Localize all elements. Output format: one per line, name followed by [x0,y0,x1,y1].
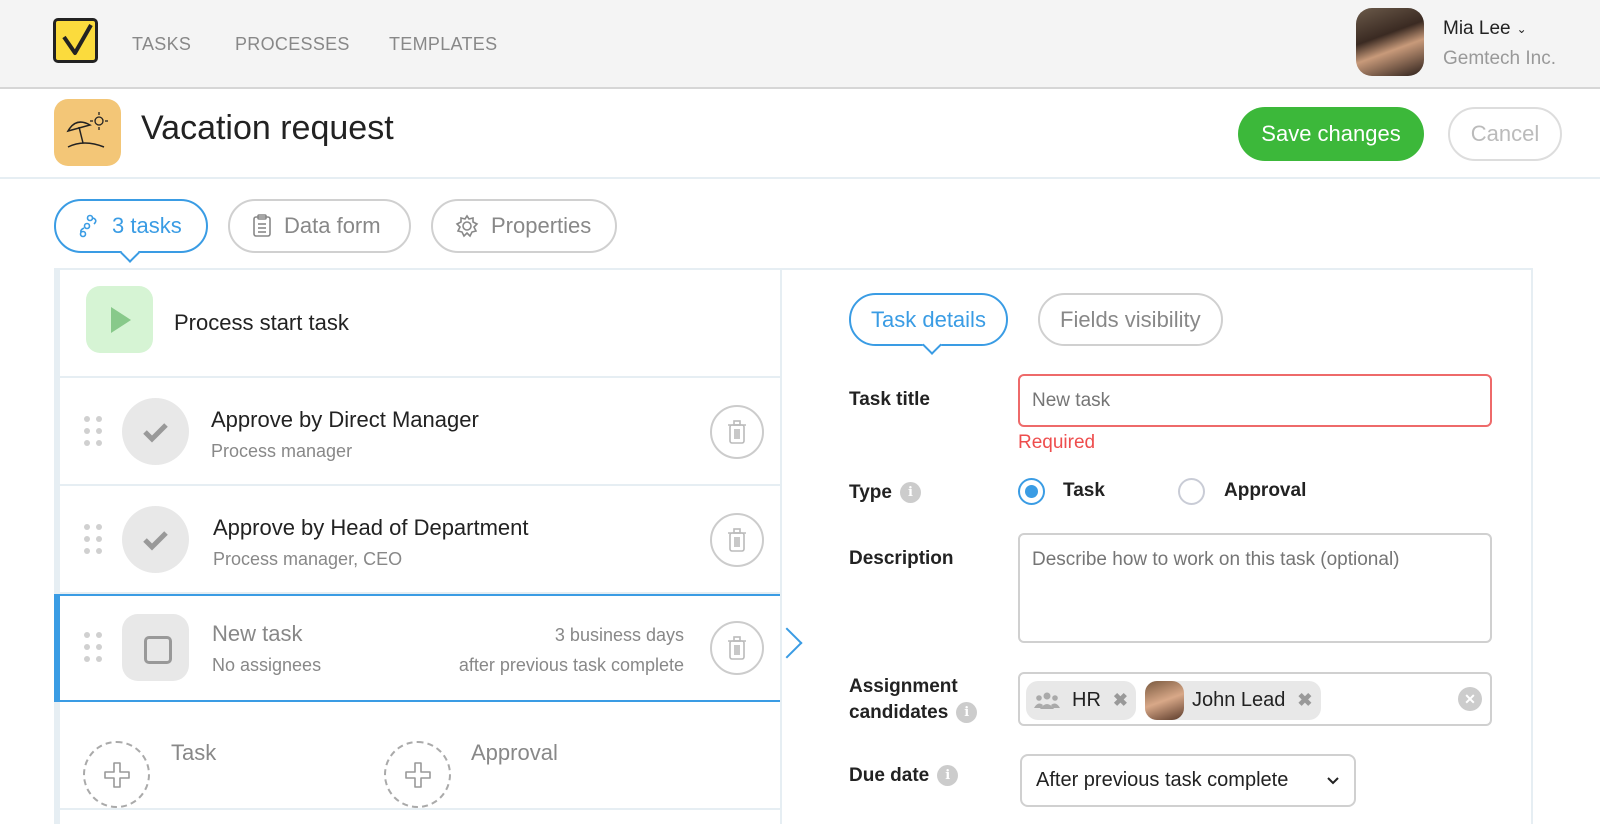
check-icon [62,24,93,55]
trash-icon [728,420,746,444]
user-avatar[interactable] [1356,8,1424,76]
add-task-label[interactable]: Task [171,740,216,766]
chevron-down-icon [1327,776,1339,784]
trash-icon [728,528,746,552]
remove-candidate-icon[interactable]: ✖ [1297,690,1312,711]
nav-tasks[interactable]: TASKS [132,34,191,55]
task-square-icon [122,614,189,681]
plus-icon [404,761,431,788]
nav-processes[interactable]: PROCESSES [235,34,350,55]
due-date-label-text: Due date [849,765,930,786]
task-row[interactable]: Approve by Head of Department Process ma… [60,486,780,594]
cancel-button[interactable]: Cancel [1448,107,1562,161]
remove-candidate-icon[interactable]: ✖ [1113,690,1128,711]
task-row-start[interactable]: Process start task [60,270,780,378]
type-label-text: Type [849,482,892,503]
flow-icon [78,214,100,238]
description-label: Description [849,548,954,569]
task-assignees: No assignees [212,655,322,675]
task-title: Process start task [174,310,349,335]
tab-fields-visibility[interactable]: Fields visibility [1038,293,1223,346]
drag-handle-icon[interactable] [84,416,102,446]
page-title: Vacation request [141,109,394,147]
delete-task-button[interactable] [710,405,764,459]
trash-icon [728,636,746,660]
candidate-name: John Lead [1192,689,1286,711]
task-title: Approve by Direct Manager [211,407,479,432]
add-approval-label[interactable]: Approval [471,740,558,766]
group-icon [1034,692,1060,709]
type-label: Type i [849,482,921,504]
task-due-duration: 3 business days [554,625,684,645]
tab-data-form[interactable]: Data form [228,199,411,253]
type-radio-approval[interactable] [1178,478,1205,505]
gear-icon [455,214,479,238]
user-name: Mia Lee [1443,18,1511,39]
candidate-chip-john-lead: John Lead ✖ [1145,681,1321,720]
task-row-selected[interactable]: New task No assignees 3 business days af… [54,594,782,702]
drag-handle-icon[interactable] [84,524,102,554]
tab-properties-label: Properties [491,213,592,238]
top-bar: TASKS PROCESSES TEMPLATES Mia Lee ⌄ Gemte… [0,0,1600,89]
approval-check-icon [122,398,189,465]
info-icon[interactable]: i [937,765,959,787]
info-icon[interactable]: i [956,702,978,724]
task-title: Approve by Head of Department [213,515,529,540]
play-icon [86,286,153,353]
task-title-label: Task title [849,389,930,410]
due-date-value: After previous task complete [1036,769,1289,791]
task-assignees: Process manager, CEO [213,549,403,569]
assignment-label-2: candidates [849,702,949,723]
assignment-label: candidates i [849,702,978,724]
tab-data-form-label: Data form [284,213,381,238]
clipboard-icon [252,214,272,238]
tab-tasks-label: 3 tasks [112,213,182,238]
app-logo[interactable] [53,18,98,63]
due-date-select[interactable]: After previous task complete [1020,754,1356,807]
task-assignees: Process manager [211,441,353,461]
delete-task-button[interactable] [710,621,764,675]
task-row[interactable]: Approve by Direct Manager Process manage… [60,378,780,486]
candidate-avatar [1145,681,1184,720]
type-radio-task[interactable] [1018,478,1045,505]
description-textarea[interactable] [1018,533,1492,643]
drag-handle-icon[interactable] [84,632,102,662]
candidate-name: HR [1072,689,1101,711]
task-title-input[interactable] [1018,374,1492,427]
chevron-down-icon: ⌄ [1516,21,1527,36]
plus-icon [103,761,130,788]
clear-all-icon[interactable]: ✕ [1458,687,1482,711]
beach-umbrella-icon [54,99,121,166]
user-menu[interactable]: Mia Lee ⌄ [1443,18,1527,40]
required-error: Required [1018,432,1096,453]
due-date-label: Due date i [849,765,959,787]
tab-properties[interactable]: Properties [431,199,617,253]
candidate-chip-hr: HR ✖ [1026,681,1136,720]
page-header: Vacation request Save changes Cancel [0,89,1600,179]
save-button[interactable]: Save changes [1238,107,1424,161]
add-approval-button[interactable] [384,741,451,808]
assignment-label-1: Assignment [849,676,958,697]
type-option-task[interactable]: Task [1063,480,1105,502]
nav-templates[interactable]: TEMPLATES [389,34,497,55]
task-due-relative: after previous task complete [458,655,684,675]
task-title: New task [212,621,303,646]
type-option-approval[interactable]: Approval [1224,480,1306,502]
user-org: Gemtech Inc. [1443,48,1556,69]
approval-check-icon [122,506,189,573]
add-task-button[interactable] [83,741,150,808]
info-icon[interactable]: i [899,482,921,504]
delete-task-button[interactable] [710,513,764,567]
